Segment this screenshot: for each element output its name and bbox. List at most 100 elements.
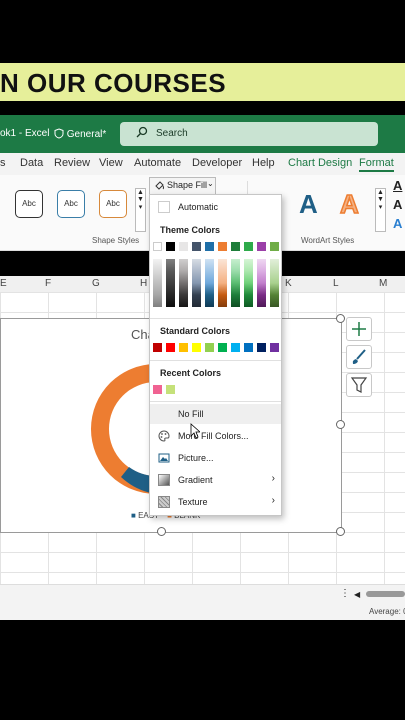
standard-swatch[interactable] (192, 343, 201, 352)
standard-swatch[interactable] (244, 343, 253, 352)
column-header[interactable]: E (0, 278, 7, 289)
column-header[interactable]: M (379, 278, 387, 289)
theme-shade-column[interactable] (192, 259, 201, 307)
column-header[interactable]: H (140, 278, 147, 289)
scroll-left-icon[interactable]: ◀ (354, 590, 360, 599)
theme-shade-column[interactable] (166, 259, 175, 307)
no-fill-option[interactable]: No Fill (150, 404, 281, 424)
shape-style-2[interactable]: Abc (57, 190, 85, 218)
texture-icon (158, 496, 170, 508)
wordart-style-2[interactable]: A (339, 188, 359, 220)
text-fill-button[interactable]: A (393, 178, 402, 193)
standard-swatch[interactable] (179, 343, 188, 352)
tab-developer[interactable]: Developer (192, 157, 242, 169)
shape-fill-button[interactable]: Shape Fill ⌄ (149, 177, 216, 195)
resize-handle[interactable] (157, 527, 166, 536)
brush-icon (352, 349, 366, 364)
automatic-option[interactable]: Automatic (150, 197, 281, 217)
tab-review[interactable]: Review (54, 157, 90, 169)
gradient-option[interactable]: Gradient › (150, 470, 281, 490)
theme-swatch[interactable] (166, 242, 175, 251)
column-header[interactable]: K (285, 278, 292, 289)
resize-handle[interactable] (336, 420, 345, 429)
standard-swatch[interactable] (231, 343, 240, 352)
legend-marker-east: ■ (131, 511, 136, 520)
text-effects-button[interactable]: A (393, 216, 402, 231)
shape-fill-label: Shape Fill (167, 180, 208, 190)
theme-color-grid[interactable] (150, 239, 281, 309)
horizontal-scrollbar[interactable] (366, 591, 405, 597)
standard-swatch[interactable] (166, 343, 175, 352)
palette-icon (158, 430, 170, 442)
tab-format[interactable]: Format (359, 157, 394, 172)
text-outline-button[interactable]: A (393, 197, 402, 212)
resize-handle[interactable] (336, 314, 345, 323)
shield-icon (54, 128, 64, 139)
standard-color-row[interactable] (150, 343, 281, 355)
menu-divider (150, 360, 281, 361)
theme-swatch[interactable] (153, 242, 162, 251)
shape-style-1[interactable]: Abc (15, 190, 43, 218)
theme-swatch[interactable] (218, 242, 227, 251)
tab-chart-design[interactable]: Chart Design (288, 157, 352, 169)
theme-shade-column[interactable] (153, 259, 162, 307)
chart-elements-button[interactable] (346, 317, 372, 341)
recent-swatch[interactable] (153, 385, 162, 394)
standard-swatch[interactable] (153, 343, 162, 352)
sheet-tab-bar: ⋮ ◀ (0, 584, 405, 605)
tab-help[interactable]: Help (252, 157, 275, 169)
ribbon-tabs: s Data Review View Automate Developer He… (0, 153, 405, 175)
standard-swatch[interactable] (257, 343, 266, 352)
standard-swatch[interactable] (218, 343, 227, 352)
shape-style-3[interactable]: Abc (99, 190, 127, 218)
chart-filters-button[interactable] (346, 373, 372, 397)
banner-text: N OUR COURSES (0, 68, 227, 98)
column-header[interactable]: F (45, 278, 51, 289)
theme-swatch[interactable] (244, 242, 253, 251)
recent-colors-heading: Recent Colors (160, 368, 222, 378)
theme-swatch[interactable] (192, 242, 201, 251)
sensitivity-label[interactable]: General* (54, 128, 106, 140)
theme-swatch[interactable] (205, 242, 214, 251)
standard-swatch[interactable] (270, 343, 279, 352)
tab-automate[interactable]: Automate (134, 157, 181, 169)
tab-view[interactable]: View (99, 157, 123, 169)
resize-handle[interactable] (336, 527, 345, 536)
search-placeholder: Search (156, 128, 188, 139)
search-box[interactable]: Search (120, 122, 378, 146)
shape-styles-scroll[interactable]: ▲ ▼ ▾ (135, 188, 146, 232)
theme-shade-column[interactable] (205, 259, 214, 307)
theme-shade-column[interactable] (218, 259, 227, 307)
theme-swatch[interactable] (257, 242, 266, 251)
tab-partial[interactable]: s (0, 157, 6, 169)
theme-shade-column[interactable] (270, 259, 279, 307)
more-options-icon[interactable]: ⋮ (340, 588, 350, 599)
chevron-down-icon: ⌄ (207, 179, 214, 188)
recent-swatch[interactable] (166, 385, 175, 394)
picture-option[interactable]: Picture... (150, 448, 281, 468)
more-fill-colors-option[interactable]: More Fill Colors... (150, 426, 281, 446)
search-icon (136, 126, 148, 138)
gradient-icon (158, 474, 170, 486)
mouse-cursor-icon (190, 423, 200, 439)
column-header[interactable]: L (333, 278, 339, 289)
theme-shade-column[interactable] (179, 259, 188, 307)
theme-swatch[interactable] (179, 242, 188, 251)
tab-data[interactable]: Data (20, 157, 43, 169)
chart-styles-button[interactable] (346, 345, 372, 369)
shape-styles-group-label: Shape Styles (92, 236, 140, 245)
column-header[interactable]: G (92, 278, 100, 289)
wordart-scroll[interactable]: ▲ ▼ ▾ (375, 188, 386, 232)
theme-shade-column[interactable] (244, 259, 253, 307)
wordart-style-1[interactable]: A (299, 189, 318, 220)
standard-swatch[interactable] (205, 343, 214, 352)
theme-swatch[interactable] (270, 242, 279, 251)
shape-fill-dropdown: Automatic Theme Colors Standard Colors R… (149, 194, 282, 516)
promo-banner: N OUR COURSES (0, 63, 405, 101)
recent-color-row[interactable] (150, 385, 281, 397)
plus-icon (352, 322, 366, 336)
theme-shade-column[interactable] (257, 259, 266, 307)
theme-swatch[interactable] (231, 242, 240, 251)
texture-option[interactable]: Texture › (150, 492, 281, 512)
theme-shade-column[interactable] (231, 259, 240, 307)
